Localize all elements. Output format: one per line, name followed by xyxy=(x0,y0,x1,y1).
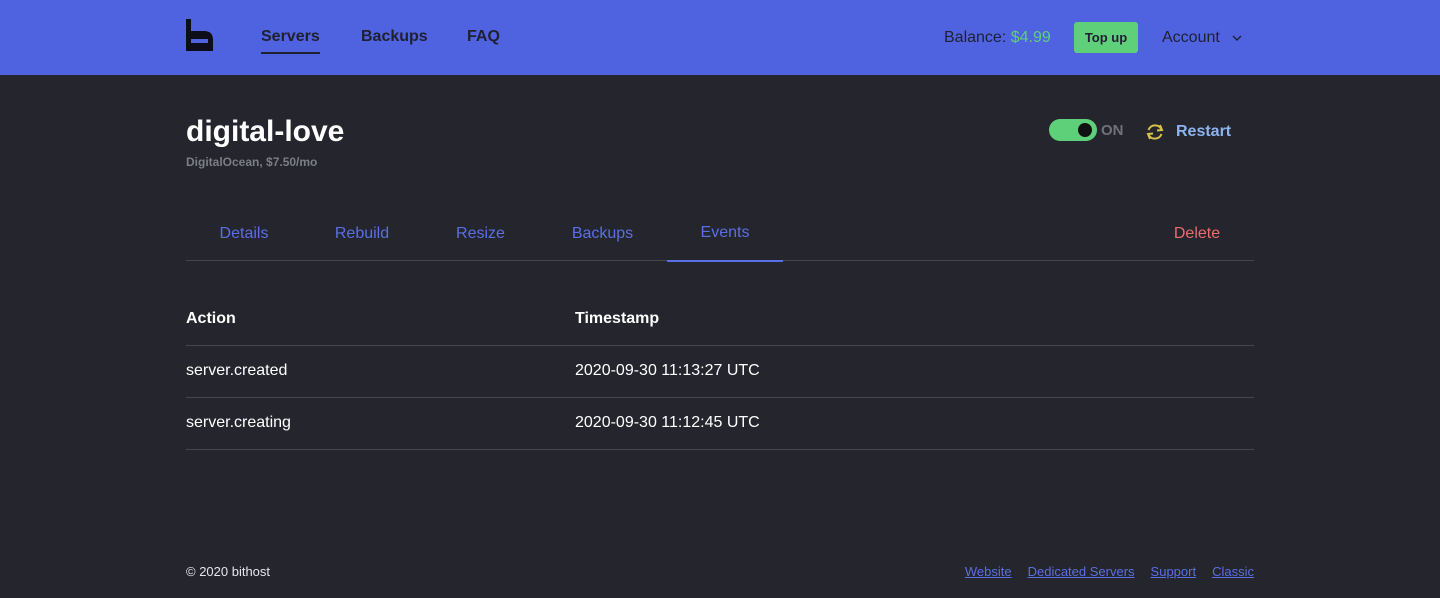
top-up-button[interactable]: Top up xyxy=(1074,22,1138,53)
account-menu[interactable]: Account xyxy=(1162,28,1242,48)
footer-links: Website Dedicated Servers Support Classi… xyxy=(965,564,1254,579)
delete-tab[interactable]: Delete xyxy=(1160,206,1234,261)
server-name: digital-love xyxy=(186,115,345,148)
refresh-icon xyxy=(1146,124,1164,140)
balance-label: Balance: xyxy=(944,29,1007,46)
restart-label: Restart xyxy=(1176,123,1232,140)
footer-link-classic[interactable]: Classic xyxy=(1212,564,1254,579)
nav-link-faq[interactable]: FAQ xyxy=(467,27,500,47)
tab-resize[interactable]: Resize xyxy=(440,206,521,261)
table-header-row: Action Timestamp xyxy=(186,293,1254,346)
event-action: server.created xyxy=(186,345,575,398)
restart-button[interactable]: Restart xyxy=(1145,122,1231,142)
balance-amount: $4.99 xyxy=(1010,29,1051,46)
tab-rebuild[interactable]: Rebuild xyxy=(318,206,406,261)
event-timestamp: 2020-09-30 11:13:27 UTC xyxy=(575,345,1254,398)
column-header-action: Action xyxy=(186,293,575,346)
event-action: server.creating xyxy=(186,397,575,450)
events-table: Action Timestamp server.created 2020-09-… xyxy=(186,293,1254,450)
footer-link-website[interactable]: Website xyxy=(965,564,1012,579)
tab-events[interactable]: Events xyxy=(667,206,783,262)
table-row: server.created 2020-09-30 11:13:27 UTC xyxy=(186,345,1254,398)
nav-link-servers[interactable]: Servers xyxy=(261,27,320,54)
table-row: server.creating 2020-09-30 11:12:45 UTC xyxy=(186,397,1254,450)
column-header-timestamp: Timestamp xyxy=(575,293,1254,346)
footer-link-support[interactable]: Support xyxy=(1151,564,1197,579)
top-navbar: Servers Backups FAQ Balance: $4.99 Top u… xyxy=(0,0,1440,75)
footer-link-dedicated-servers[interactable]: Dedicated Servers xyxy=(1028,564,1135,579)
copyright-text: © 2020 bithost xyxy=(186,564,271,579)
nav-link-backups[interactable]: Backups xyxy=(361,27,428,47)
chevron-down-icon xyxy=(1232,35,1242,41)
server-tabs: Details Rebuild Resize Backups Events De… xyxy=(186,206,1254,262)
power-toggle[interactable] xyxy=(1049,119,1097,141)
tab-details[interactable]: Details xyxy=(186,206,302,261)
event-timestamp: 2020-09-30 11:12:45 UTC xyxy=(575,397,1254,450)
bithost-logo-icon[interactable] xyxy=(186,19,213,51)
power-state-label: ON xyxy=(1101,122,1124,139)
tab-backups[interactable]: Backups xyxy=(553,206,652,261)
balance-display: Balance: $4.99 xyxy=(944,28,1051,48)
account-label: Account xyxy=(1162,29,1220,46)
server-subtitle: DigitalOcean, $7.50/mo xyxy=(186,155,318,169)
toggle-knob xyxy=(1078,123,1092,137)
